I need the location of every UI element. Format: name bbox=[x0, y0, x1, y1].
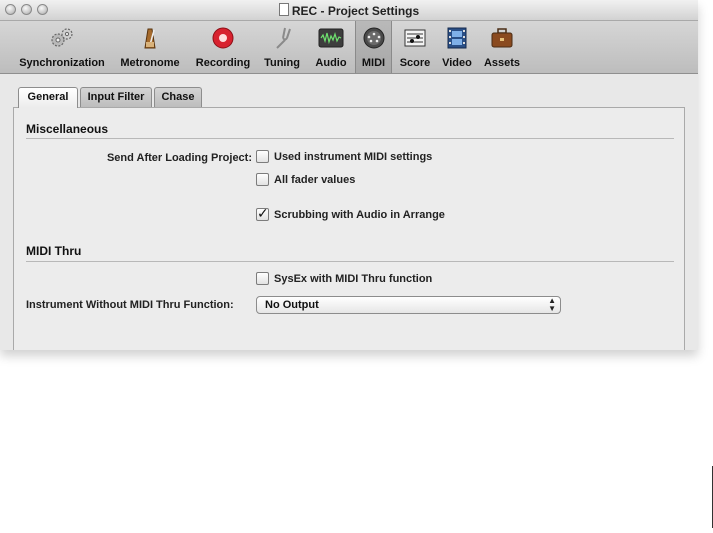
settings-toolbar: Synchronization Metronome Recording Tuni… bbox=[0, 21, 698, 74]
briefcase-icon bbox=[488, 26, 516, 50]
toolbar-label: Recording bbox=[195, 57, 251, 69]
toolbar-midi[interactable]: MIDI bbox=[355, 21, 392, 73]
toolbar-label: MIDI bbox=[361, 57, 386, 69]
toolbar-label: Synchronization bbox=[19, 57, 105, 69]
title-bar[interactable]: REC - Project Settings bbox=[0, 0, 698, 21]
window-title: REC - Project Settings bbox=[291, 4, 420, 18]
tuning-fork-icon bbox=[268, 26, 296, 50]
toolbar-label: Score bbox=[399, 57, 431, 69]
up-down-arrows-icon: ▲ ▼ bbox=[548, 296, 556, 313]
score-icon bbox=[401, 26, 429, 50]
toolbar-metronome[interactable]: Metronome bbox=[114, 21, 186, 73]
audio-waveform-icon bbox=[317, 26, 345, 50]
gears-icon bbox=[48, 26, 76, 50]
toolbar-label: Tuning bbox=[264, 57, 300, 69]
toolbar-video[interactable]: Video bbox=[437, 21, 477, 73]
midi-connector-icon bbox=[360, 26, 388, 50]
checkbox-label: Scrubbing with Audio in Arrange bbox=[274, 208, 445, 221]
tab-general[interactable]: General bbox=[18, 87, 78, 108]
window-title-wrap: REC - Project Settings bbox=[0, 3, 698, 18]
send-after-loading-label: Send After Loading Project: bbox=[106, 152, 252, 164]
section-divider bbox=[26, 261, 674, 262]
instrument-without-midi-thru-label: Instrument Without MIDI Thru Function: bbox=[26, 299, 234, 311]
midi-thru-heading: MIDI Thru bbox=[26, 244, 82, 258]
metronome-icon bbox=[136, 26, 164, 50]
toolbar-audio[interactable]: Audio bbox=[309, 21, 353, 73]
toolbar-label: Assets bbox=[483, 57, 521, 69]
document-icon bbox=[278, 3, 289, 16]
miscellaneous-heading: Miscellaneous bbox=[26, 122, 109, 136]
toolbar-tuning[interactable]: Tuning bbox=[259, 21, 305, 73]
scrubbing-audio-checkbox[interactable]: ✓ Scrubbing with Audio in Arrange bbox=[256, 205, 445, 221]
toolbar-label: Video bbox=[442, 57, 472, 69]
all-fader-values-checkbox[interactable]: All fader values bbox=[256, 173, 355, 186]
tab-input-filter[interactable]: Input Filter bbox=[80, 87, 152, 107]
toolbar-synchronization[interactable]: Synchronization bbox=[14, 21, 110, 73]
toolbar-label: Metronome bbox=[120, 57, 180, 69]
checkbox-box[interactable]: ✓ bbox=[256, 205, 269, 221]
checkbox-box[interactable] bbox=[256, 150, 269, 163]
toolbar-recording[interactable]: Recording bbox=[190, 21, 256, 73]
record-icon bbox=[209, 26, 237, 50]
film-icon bbox=[443, 26, 471, 50]
checkbox-box[interactable] bbox=[256, 173, 269, 186]
checkbox-label: SysEx with MIDI Thru function bbox=[274, 272, 433, 285]
checkbox-box[interactable] bbox=[256, 272, 269, 285]
checkbox-label: All fader values bbox=[274, 173, 356, 186]
checkmark-icon: ✓ bbox=[257, 205, 269, 221]
section-divider bbox=[26, 138, 674, 139]
general-panel: Miscellaneous Send After Loading Project… bbox=[13, 107, 685, 350]
toolbar-label: Audio bbox=[315, 57, 347, 69]
toolbar-score[interactable]: Score bbox=[395, 21, 435, 73]
used-instrument-checkbox[interactable]: Used instrument MIDI settings bbox=[256, 150, 432, 163]
instrument-output-popup[interactable]: No Output ▲ ▼ bbox=[256, 296, 561, 314]
tab-chase[interactable]: Chase bbox=[154, 87, 202, 107]
project-settings-window: REC - Project Settings Synchronization M… bbox=[0, 0, 698, 350]
popup-value: No Output bbox=[265, 299, 319, 311]
toolbar-assets[interactable]: Assets bbox=[479, 21, 525, 73]
checkbox-label: Used instrument MIDI settings bbox=[274, 150, 433, 163]
sysex-midi-thru-checkbox[interactable]: SysEx with MIDI Thru function bbox=[256, 272, 432, 285]
